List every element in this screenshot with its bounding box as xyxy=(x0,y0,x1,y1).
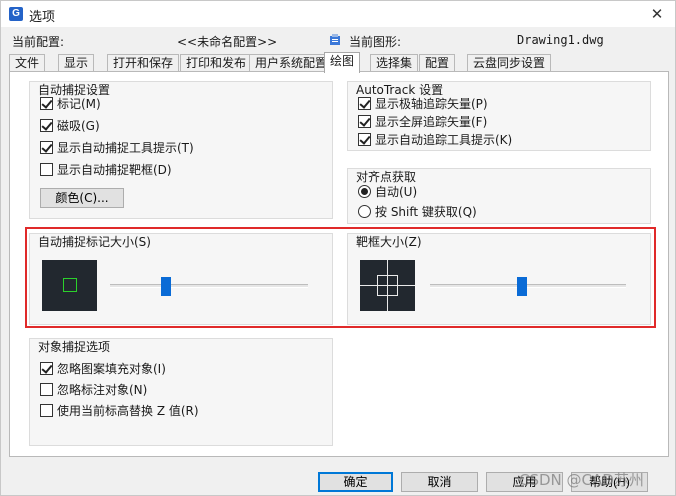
ignore-dimension-option[interactable]: 忽略标注对象(N) xyxy=(40,380,147,398)
aperture-size-slider-track[interactable] xyxy=(430,284,626,288)
aperture-box-option[interactable]: 显示自动捕捉靶框(D) xyxy=(40,160,172,178)
object-snap-options-group: 对象捕捉选项 忽略图案填充对象(I) 忽略标注对象(N) 使用当前标高替换 Z … xyxy=(29,338,333,446)
tab-user-preferences[interactable]: 用户系统配置 xyxy=(249,54,334,72)
marker-size-group: 自动捕捉标记大小(S) xyxy=(29,233,333,325)
current-drawing-value: Drawing1.dwg xyxy=(517,33,604,47)
polar-tracking-checkbox[interactable] xyxy=(358,96,371,110)
tab-plot-publish[interactable]: 打印和发布 xyxy=(180,54,253,72)
replace-z-option[interactable]: 使用当前标高替换 Z 值(R) xyxy=(40,401,199,419)
title-bar: G 选项 ✕ xyxy=(1,1,675,27)
acquire-auto-label: 自动(U) xyxy=(375,184,418,199)
tab-files[interactable]: 文件 xyxy=(9,54,46,72)
ignore-dimension-label: 忽略标注对象(N) xyxy=(57,382,148,397)
ignore-hatch-option[interactable]: 忽略图案填充对象(I) xyxy=(40,359,166,377)
acquire-shift-option[interactable]: 按 Shift 键获取(Q) xyxy=(358,202,477,220)
polar-tracking-label: 显示极轴追踪矢量(P) xyxy=(375,96,488,111)
acquire-auto-option[interactable]: 自动(U) xyxy=(358,182,417,200)
marker-size-slider-thumb[interactable] xyxy=(160,277,171,296)
aperture-size-slider-thumb[interactable] xyxy=(517,277,528,296)
ignore-hatch-checkbox[interactable] xyxy=(40,361,53,375)
close-button[interactable]: ✕ xyxy=(647,4,667,24)
current-profile-label: 当前配置: xyxy=(12,35,65,49)
cancel-button[interactable]: 取消 xyxy=(401,472,478,492)
tab-drafting[interactable]: 绘图 xyxy=(324,52,361,73)
current-drawing-label: 当前图形: xyxy=(349,35,402,49)
current-profile-value: <<未命名配置>> xyxy=(177,35,278,49)
marker-preview xyxy=(42,260,97,311)
tab-cloud-sync[interactable]: 云盘同步设置 xyxy=(467,54,552,72)
drawing-file-icon xyxy=(330,34,340,45)
marker-size-title: 自动捕捉标记大小(S) xyxy=(38,235,151,249)
marker-option[interactable]: 标记(M) xyxy=(40,94,101,112)
aperture-size-group: 靶框大小(Z) xyxy=(347,233,651,325)
magnet-option[interactable]: 磁吸(G) xyxy=(40,116,100,134)
acquire-shift-label: 按 Shift 键获取(Q) xyxy=(375,204,477,219)
tab-open-save[interactable]: 打开和保存 xyxy=(107,54,180,72)
aperture-size-title: 靶框大小(Z) xyxy=(356,235,422,249)
aperture-preview xyxy=(360,260,415,311)
acquire-auto-radio[interactable] xyxy=(358,184,371,198)
fullscreen-tracking-label: 显示全屏追踪矢量(F) xyxy=(375,114,488,129)
ok-button[interactable]: 确定 xyxy=(318,472,393,492)
autosnap-settings-group: 自动捕捉设置 标记(M) 磁吸(G) 显示自动捕捉工具提示(T) 显示自动捕捉靶… xyxy=(29,81,333,219)
tab-profiles[interactable]: 配置 xyxy=(419,54,456,72)
aperture-box-icon xyxy=(377,275,398,296)
aperture-box-label: 显示自动捕捉靶框(D) xyxy=(57,162,172,177)
close-icon: ✕ xyxy=(650,5,664,23)
config-row: 当前配置: <<未命名配置>> 当前图形: Drawing1.dwg xyxy=(1,29,675,51)
autosnap-tooltip-label: 显示自动捕捉工具提示(T) xyxy=(57,140,194,155)
replace-z-label: 使用当前标高替换 Z 值(R) xyxy=(57,403,199,418)
magnet-checkbox[interactable] xyxy=(40,118,53,132)
autotrack-tooltip-option[interactable]: 显示自动追踪工具提示(K) xyxy=(358,130,512,148)
marker-label: 标记(M) xyxy=(57,96,101,111)
tab-display[interactable]: 显示 xyxy=(58,54,95,72)
fullscreen-tracking-option[interactable]: 显示全屏追踪矢量(F) xyxy=(358,112,487,130)
autosnap-tooltip-checkbox[interactable] xyxy=(40,140,53,154)
fullscreen-tracking-checkbox[interactable] xyxy=(358,114,371,128)
ignore-dimension-checkbox[interactable] xyxy=(40,382,53,396)
marker-checkbox[interactable] xyxy=(40,96,53,110)
magnet-label: 磁吸(G) xyxy=(57,118,100,133)
window-title: 选项 xyxy=(29,10,56,25)
ignore-hatch-label: 忽略图案填充对象(I) xyxy=(57,361,166,376)
app-logo-icon: G xyxy=(9,7,23,21)
replace-z-checkbox[interactable] xyxy=(40,403,53,417)
polar-tracking-option[interactable]: 显示极轴追踪矢量(P) xyxy=(358,94,488,112)
object-snap-options-title: 对象捕捉选项 xyxy=(38,340,111,354)
autosnap-tooltip-option[interactable]: 显示自动捕捉工具提示(T) xyxy=(40,138,194,156)
autotrack-tooltip-label: 显示自动追踪工具提示(K) xyxy=(375,132,513,147)
autotrack-tooltip-checkbox[interactable] xyxy=(358,132,371,146)
acquire-shift-radio[interactable] xyxy=(358,204,371,218)
aperture-box-checkbox[interactable] xyxy=(40,162,53,176)
snap-marker-icon xyxy=(63,278,77,292)
tab-selection[interactable]: 选择集 xyxy=(370,54,419,72)
autotrack-settings-group: AutoTrack 设置 显示极轴追踪矢量(P) 显示全屏追踪矢量(F) 显示自… xyxy=(347,81,651,151)
color-button[interactable]: 颜色(C)... xyxy=(40,188,124,208)
watermark-text: CSDN @CAD苏州 xyxy=(519,471,644,489)
alignment-acquisition-group: 对齐点获取 自动(U) 按 Shift 键获取(Q) xyxy=(347,168,651,224)
tab-bar: 文件 显示 打开和保存 打印和发布 用户系统配置 绘图 选择集 配置 云盘同步设… xyxy=(9,52,669,73)
options-dialog: G 选项 ✕ 当前配置: <<未命名配置>> 当前图形: Drawing1.dw… xyxy=(0,0,676,496)
marker-size-slider-track[interactable] xyxy=(110,284,308,288)
